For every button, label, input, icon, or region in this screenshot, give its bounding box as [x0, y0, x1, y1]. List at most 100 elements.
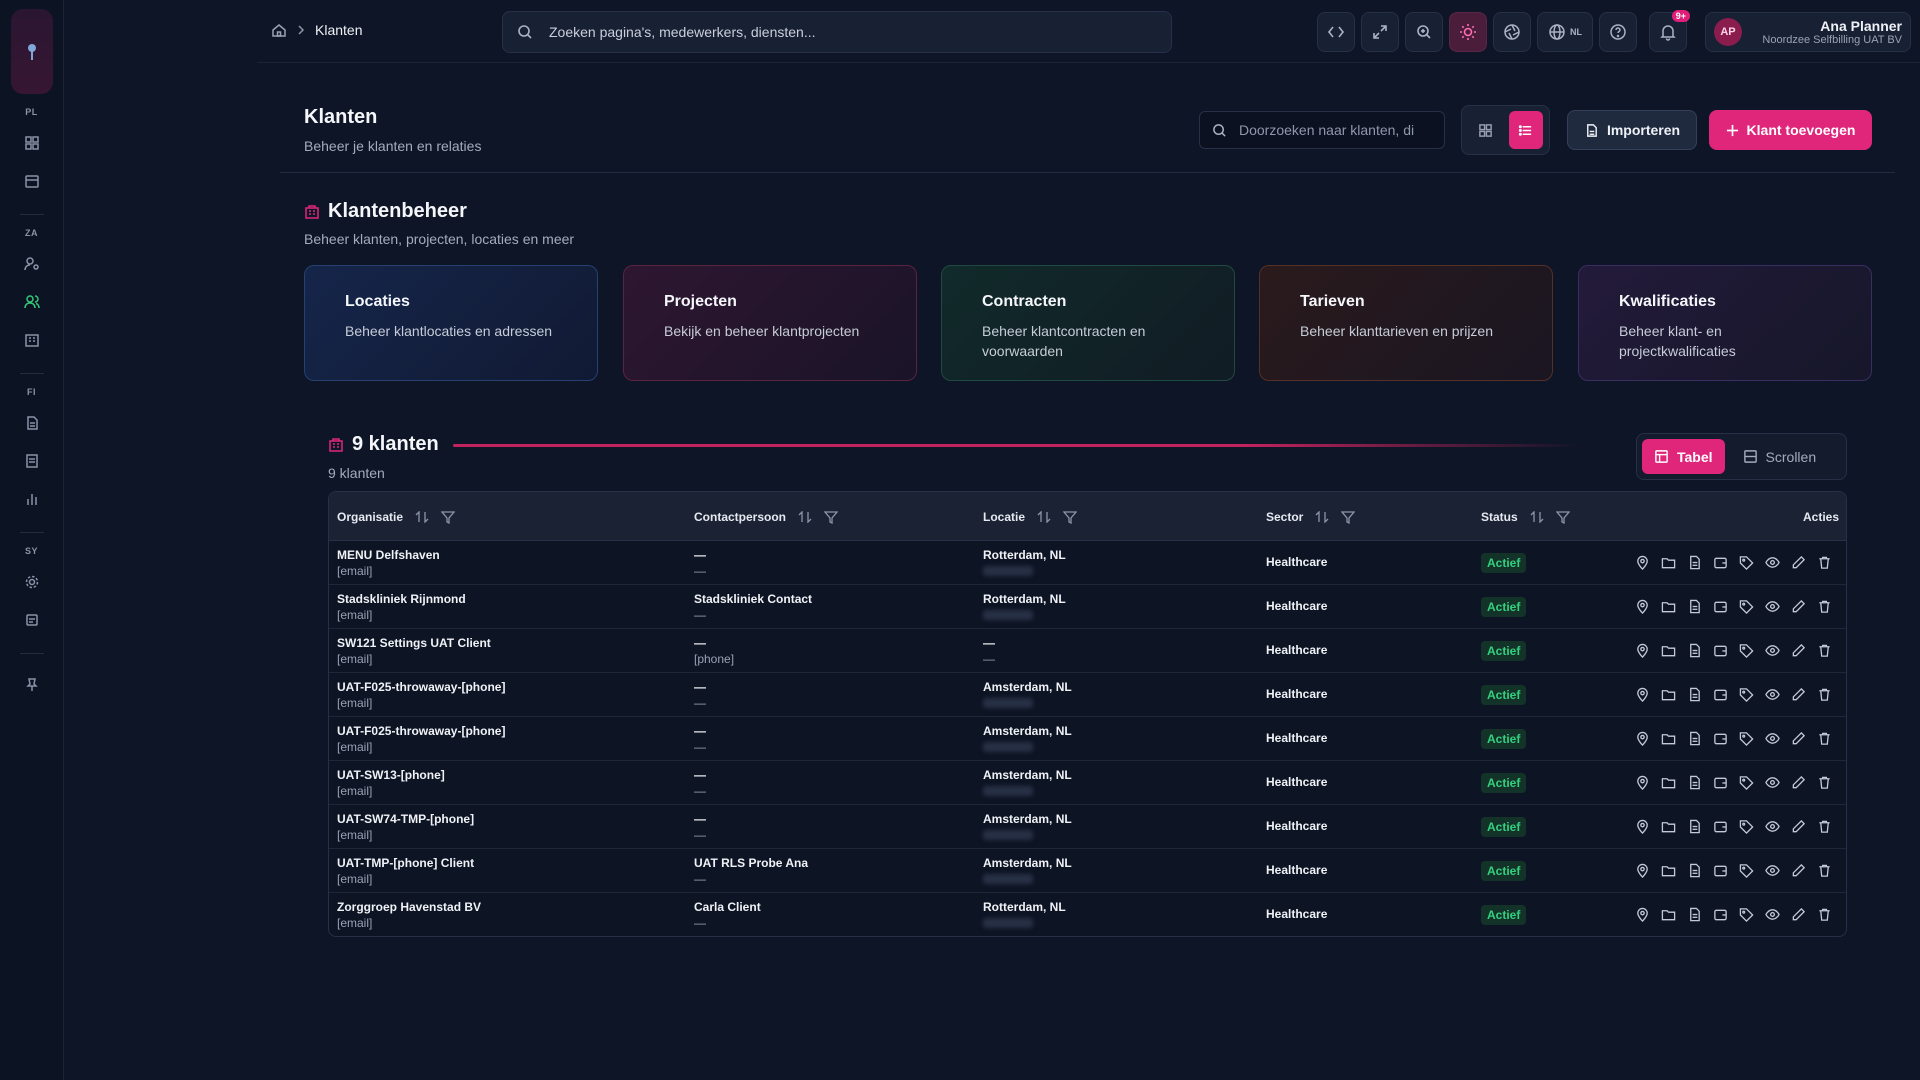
eye-icon[interactable] [1763, 817, 1781, 835]
wallet-icon[interactable] [1711, 773, 1729, 791]
tag-icon[interactable] [1737, 905, 1755, 923]
rail-employees-button[interactable] [15, 247, 49, 281]
wallet-icon[interactable] [1711, 685, 1729, 703]
filter-icon[interactable] [824, 510, 839, 524]
import-button[interactable]: Importeren [1567, 110, 1697, 150]
edit-icon[interactable] [1789, 905, 1807, 923]
trash-icon[interactable] [1815, 729, 1833, 747]
map-pin-icon[interactable] [1633, 685, 1651, 703]
wallet-icon[interactable] [1711, 729, 1729, 747]
tag-icon[interactable] [1737, 817, 1755, 835]
user-menu[interactable]: AP Ana Planner Noordzee Selfbilling UAT … [1705, 12, 1911, 52]
sort-icon[interactable] [798, 510, 812, 523]
card-tarieven[interactable]: Tarieven Beheer klanttarieven en prijzen [1259, 265, 1553, 381]
organisation-name[interactable]: Stadskliniek Rijnmond [337, 591, 466, 607]
app-logo[interactable] [10, 9, 53, 94]
map-pin-icon[interactable] [1633, 905, 1651, 923]
eye-icon[interactable] [1763, 641, 1781, 659]
grid-view-button[interactable] [1468, 111, 1503, 149]
tag-icon[interactable] [1737, 773, 1755, 791]
folder-icon[interactable] [1659, 817, 1677, 835]
document-icon[interactable] [1685, 597, 1703, 615]
folder-icon[interactable] [1659, 641, 1677, 659]
folder-icon[interactable] [1659, 773, 1677, 791]
column-header-organisatie[interactable]: Organisatie [337, 492, 456, 541]
help-button[interactable] [1599, 12, 1637, 52]
wallet-icon[interactable] [1711, 641, 1729, 659]
table-row[interactable]: UAT-SW13-[phone] [email] — — Amsterdam, … [329, 761, 1846, 805]
eye-icon[interactable] [1763, 861, 1781, 879]
document-icon[interactable] [1685, 861, 1703, 879]
trash-icon[interactable] [1815, 685, 1833, 703]
column-header-sector[interactable]: Sector [1266, 492, 1356, 541]
filter-icon[interactable] [1555, 510, 1570, 524]
trash-icon[interactable] [1815, 641, 1833, 659]
table-row[interactable]: UAT-TMP-[phone] Client [email] UAT RLS P… [329, 849, 1846, 893]
map-pin-icon[interactable] [1633, 553, 1651, 571]
trash-icon[interactable] [1815, 597, 1833, 615]
card-projecten[interactable]: Projecten Bekijk en beheer klantprojecte… [623, 265, 917, 381]
rail-clients-button[interactable] [15, 285, 49, 319]
column-header-status[interactable]: Status [1481, 492, 1570, 541]
trash-icon[interactable] [1815, 861, 1833, 879]
wallet-icon[interactable] [1711, 861, 1729, 879]
theme-toggle-button[interactable] [1449, 12, 1487, 52]
folder-icon[interactable] [1659, 729, 1677, 747]
home-icon[interactable] [271, 22, 287, 38]
eye-icon[interactable] [1763, 597, 1781, 615]
trash-icon[interactable] [1815, 817, 1833, 835]
edit-icon[interactable] [1789, 817, 1807, 835]
map-pin-icon[interactable] [1633, 641, 1651, 659]
folder-icon[interactable] [1659, 861, 1677, 879]
map-pin-icon[interactable] [1633, 729, 1651, 747]
edit-icon[interactable] [1789, 861, 1807, 879]
fullscreen-button[interactable] [1361, 12, 1399, 52]
table-row[interactable]: Zorggroep Havenstad BV [email] Carla Cli… [329, 893, 1846, 936]
document-icon[interactable] [1685, 817, 1703, 835]
card-contracten[interactable]: Contracten Beheer klantcontracten en voo… [941, 265, 1235, 381]
sort-icon[interactable] [1530, 510, 1544, 523]
table-row[interactable]: Stadskliniek Rijnmond [email] Stadsklini… [329, 585, 1846, 629]
map-pin-icon[interactable] [1633, 773, 1651, 791]
document-icon[interactable] [1685, 685, 1703, 703]
eye-icon[interactable] [1763, 905, 1781, 923]
rail-audit-button[interactable] [15, 603, 49, 637]
edit-icon[interactable] [1789, 641, 1807, 659]
filter-icon[interactable] [441, 510, 456, 524]
map-pin-icon[interactable] [1633, 861, 1651, 879]
organisation-name[interactable]: UAT-F025-throwaway-[phone] [337, 723, 505, 739]
sort-icon[interactable] [1037, 510, 1051, 523]
rail-buildings-button[interactable] [15, 323, 49, 357]
tag-icon[interactable] [1737, 729, 1755, 747]
sort-icon[interactable] [1315, 510, 1329, 523]
collapse-sidebar-button[interactable] [1317, 12, 1355, 52]
document-icon[interactable] [1685, 553, 1703, 571]
edit-icon[interactable] [1789, 597, 1807, 615]
map-pin-icon[interactable] [1633, 817, 1651, 835]
trash-icon[interactable] [1815, 773, 1833, 791]
table-row[interactable]: UAT-SW74-TMP-[phone] [email] — — Amsterd… [329, 805, 1846, 849]
scroll-mode-button[interactable]: Scrollen [1731, 439, 1829, 474]
organisation-name[interactable]: UAT-SW13-[phone] [337, 767, 445, 783]
eye-icon[interactable] [1763, 729, 1781, 747]
column-header-locatie[interactable]: Locatie [983, 492, 1078, 541]
tag-icon[interactable] [1737, 641, 1755, 659]
column-header-contactpersoon[interactable]: Contactpersoon [694, 492, 839, 541]
filter-icon[interactable] [1341, 510, 1356, 524]
eye-icon[interactable] [1763, 773, 1781, 791]
rail-billing-button[interactable] [15, 444, 49, 478]
wallet-icon[interactable] [1711, 597, 1729, 615]
edit-icon[interactable] [1789, 773, 1807, 791]
client-search-input[interactable]: Doorzoeken naar klanten, di [1199, 111, 1445, 149]
organisation-name[interactable]: SW121 Settings UAT Client [337, 635, 491, 651]
tag-icon[interactable] [1737, 553, 1755, 571]
tag-icon[interactable] [1737, 685, 1755, 703]
table-row[interactable]: MENU Delfshaven [email] — — Rotterdam, N… [329, 541, 1846, 585]
wallet-icon[interactable] [1711, 553, 1729, 571]
eye-icon[interactable] [1763, 553, 1781, 571]
organisation-name[interactable]: Zorggroep Havenstad BV [337, 899, 481, 915]
table-row[interactable]: SW121 Settings UAT Client [email] — [pho… [329, 629, 1846, 673]
card-kwalificaties[interactable]: Kwalificaties Beheer klant- en projectkw… [1578, 265, 1872, 381]
document-icon[interactable] [1685, 729, 1703, 747]
document-icon[interactable] [1685, 641, 1703, 659]
